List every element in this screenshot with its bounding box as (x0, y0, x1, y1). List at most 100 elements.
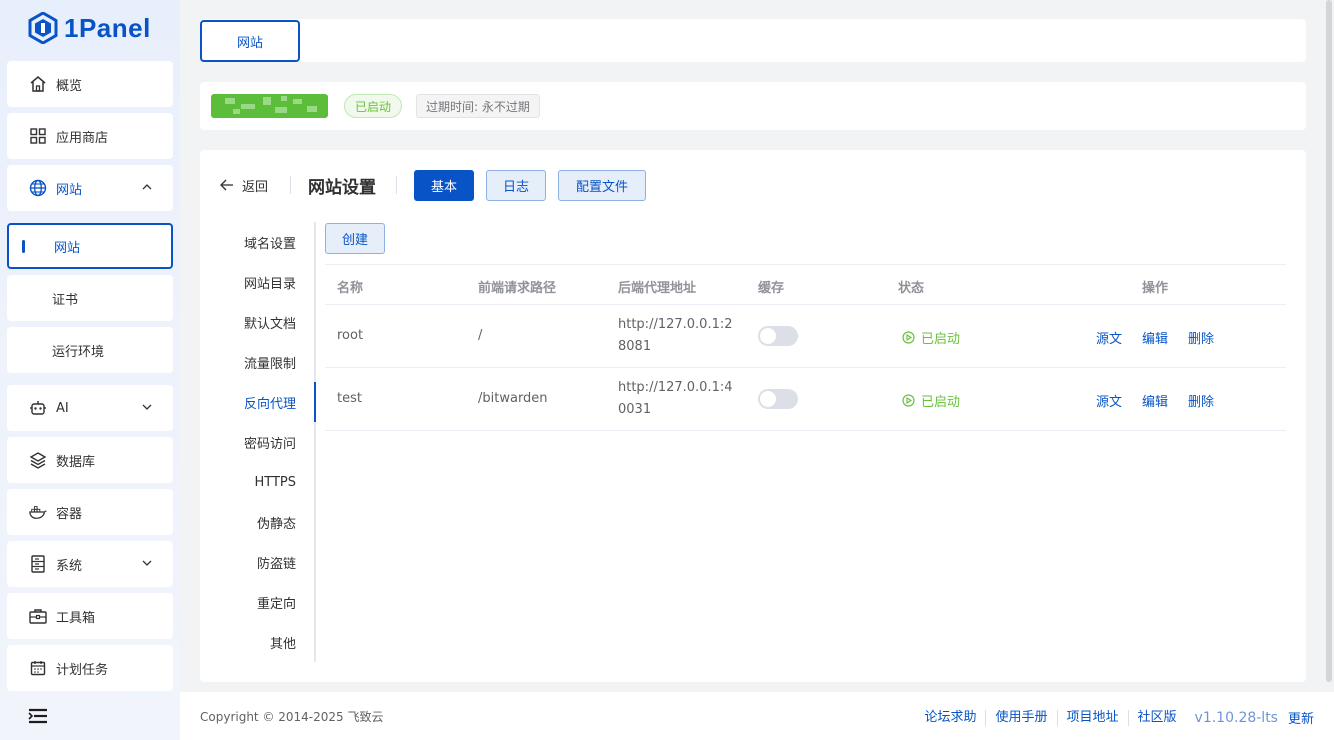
sidebar-item-label: 数据库 (56, 454, 96, 470)
proxy-table: 名称 前端请求路径 后端代理地址 缓存 状态 操作 root / http://… (325, 264, 1286, 431)
menu-item-default-doc[interactable]: 默认文档 (244, 302, 296, 342)
column-header: 名称 (337, 281, 364, 296)
status-badge: 已启动 (344, 94, 403, 118)
sidebar-item-cron[interactable]: 计划任务 (7, 645, 173, 691)
sidebar-item-appstore[interactable]: 应用商店 (7, 113, 173, 159)
footer-links: 论坛求助 使用手册 项目地址 社区版 v1.10.28-lts 更新 (915, 708, 1314, 727)
menu-item-other[interactable]: 其他 (270, 622, 296, 662)
menu-item-password-access[interactable]: 密码访问 (244, 422, 296, 462)
table-row: test /bitwarden http://127.0.0.1:40031 已… (325, 368, 1286, 431)
play-circle-icon (902, 331, 915, 344)
grid-icon (29, 127, 47, 145)
edit-link[interactable]: 编辑 (1142, 391, 1168, 410)
status-cell: 已启动 (902, 391, 960, 410)
back-button[interactable]: 返回 (220, 174, 268, 196)
sidebar-item-website[interactable]: 网站 (7, 165, 173, 211)
config-file-button[interactable]: 配置文件 (558, 170, 646, 201)
cell-backend: http://127.0.0.1:40031 (618, 380, 733, 417)
sidebar-item-label: 计划任务 (56, 662, 109, 678)
sidebar-item-label: 概览 (56, 78, 83, 94)
cache-toggle[interactable] (758, 389, 798, 409)
toggle-knob (760, 391, 776, 407)
status-cell: 已启动 (902, 328, 960, 347)
manual-link[interactable]: 使用手册 (986, 709, 1058, 726)
menu-item-redirect[interactable]: 重定向 (257, 582, 296, 622)
chevron-down-icon (142, 404, 152, 410)
sidebar-item-label: 工具箱 (56, 610, 96, 626)
sidebar-subitem-certificate[interactable]: 证书 (7, 275, 173, 321)
source-link[interactable]: 源文 (1096, 391, 1122, 410)
delete-link[interactable]: 删除 (1188, 391, 1214, 410)
sidebar-subitem-label: 运行环境 (52, 344, 105, 360)
docker-icon (29, 503, 47, 521)
cell-name: test (337, 391, 362, 406)
page-title: 网站设置 (308, 178, 376, 198)
settings-menu: 域名设置 网站目录 默认文档 流量限制 反向代理 密码访问 HTTPS 伪静态 … (200, 222, 316, 662)
page-scrollbar[interactable] (1326, 0, 1332, 682)
sidebar-item-container[interactable]: 容器 (7, 489, 173, 535)
sidebar-subitem-label: 证书 (52, 292, 79, 308)
update-link[interactable]: 更新 (1278, 708, 1314, 727)
menu-item-anti-leech[interactable]: 防盗链 (257, 542, 296, 582)
sidebar-item-label: 系统 (56, 558, 83, 574)
status-text: 已启动 (921, 332, 961, 347)
sidebar-item-ai[interactable]: AI (7, 385, 173, 431)
server-icon (29, 555, 47, 573)
layers-icon (29, 451, 47, 469)
menu-collapse-icon[interactable] (28, 708, 48, 724)
sidebar-subitem-runtime[interactable]: 运行环境 (7, 327, 173, 373)
source-link[interactable]: 源文 (1096, 328, 1122, 347)
edition-link[interactable]: 社区版 (1129, 710, 1186, 726)
tab-website[interactable]: 网站 (200, 20, 300, 62)
edit-link[interactable]: 编辑 (1142, 328, 1168, 347)
sidebar-item-system[interactable]: 系统 (7, 541, 173, 587)
sidebar-item-toolbox[interactable]: 工具箱 (7, 593, 173, 639)
arrow-left-icon (220, 179, 233, 191)
expire-badge: 过期时间: 永不过期 (416, 94, 540, 118)
sidebar-item-overview[interactable]: 概览 (7, 61, 173, 107)
calendar-icon (29, 659, 47, 677)
log-button[interactable]: 日志 (486, 170, 546, 201)
cell-path: / (478, 328, 483, 343)
menu-item-rewrite[interactable]: 伪静态 (257, 502, 296, 542)
sidebar-subitem-website[interactable]: 网站 (7, 223, 173, 269)
home-icon (29, 75, 47, 93)
menu-item-https[interactable]: HTTPS (254, 462, 296, 502)
delete-link[interactable]: 删除 (1188, 328, 1214, 347)
cache-toggle[interactable] (758, 326, 798, 346)
menu-item-rate-limit[interactable]: 流量限制 (244, 342, 296, 382)
sidebar-item-label: 容器 (56, 506, 83, 522)
menu-item-reverse-proxy[interactable]: 反向代理 (244, 382, 296, 422)
toggle-knob (760, 328, 776, 344)
status-text: 已启动 (921, 395, 961, 410)
sidebar-item-label: 网站 (56, 182, 83, 198)
footer: Copyright © 2014-2025 飞致云 论坛求助 使用手册 项目地址… (180, 692, 1334, 740)
forum-link[interactable]: 论坛求助 (915, 709, 987, 726)
project-link[interactable]: 项目地址 (1058, 709, 1129, 726)
cell-backend: http://127.0.0.1:28081 (618, 317, 733, 354)
settings-panel: 返回 网站设置 基本 日志 配置文件 域名设置 网站目录 默认文档 流量限制 反… (200, 150, 1306, 682)
sidebar-subitem-label: 网站 (54, 240, 81, 256)
sidebar-item-database[interactable]: 数据库 (7, 437, 173, 483)
sidebar-item-label: AI (56, 400, 69, 416)
basic-button[interactable]: 基本 (414, 170, 474, 201)
sidebar-item-label: 应用商店 (56, 130, 109, 146)
active-indicator (22, 240, 25, 253)
tab-bar: 网站 (200, 19, 1306, 62)
column-header: 操作 (1142, 281, 1169, 296)
menu-divider (314, 222, 316, 662)
table-row: root / http://127.0.0.1:28081 已启动 源文 编辑 … (325, 305, 1286, 368)
site-name-redacted (211, 94, 328, 118)
globe-icon (29, 179, 47, 197)
menu-item-domain[interactable]: 域名设置 (244, 222, 296, 262)
divider (396, 176, 397, 194)
create-button[interactable]: 创建 (325, 223, 385, 254)
site-info-bar: 已启动 过期时间: 永不过期 (200, 82, 1306, 130)
cell-path: /bitwarden (478, 391, 548, 406)
column-header: 前端请求路径 (478, 281, 557, 296)
logo: 1Panel (28, 10, 151, 46)
divider (290, 176, 291, 194)
column-header: 缓存 (758, 281, 785, 296)
copyright-text: Copyright © 2014-2025 飞致云 (200, 710, 384, 724)
menu-item-site-dir[interactable]: 网站目录 (244, 262, 296, 302)
